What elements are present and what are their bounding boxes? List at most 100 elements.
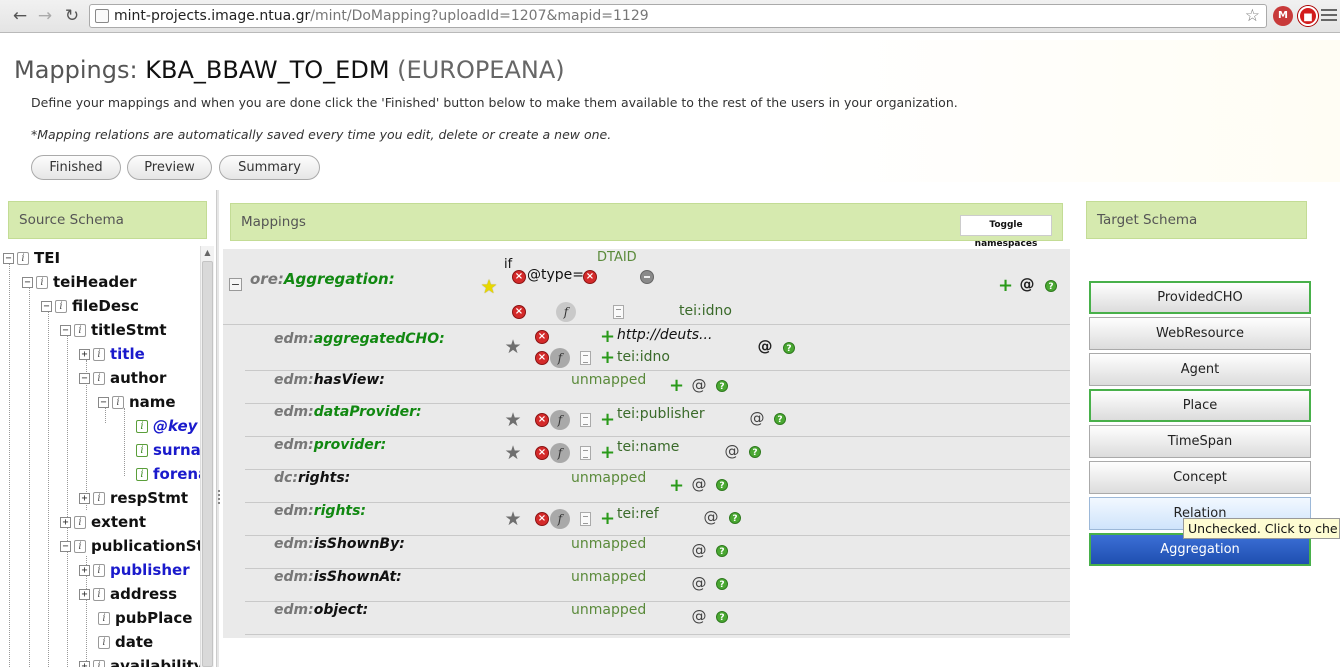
finished-button[interactable]: Finished — [31, 155, 121, 180]
splitter-grip-icon[interactable] — [218, 490, 220, 504]
add-icon[interactable]: + — [600, 510, 615, 528]
remove-icon[interactable]: × — [583, 270, 597, 284]
attribute-icon[interactable]: @ — [757, 338, 773, 354]
help-icon[interactable]: ? — [783, 342, 795, 354]
xpath-doc-icon[interactable] — [580, 512, 591, 526]
extension-m-icon[interactable]: M — [1273, 6, 1293, 26]
tree-node[interactable]: + i publisher — [79, 560, 190, 580]
help-icon[interactable]: ? — [1045, 280, 1057, 292]
add-icon[interactable]: + — [600, 328, 615, 346]
star-icon[interactable]: ★ — [504, 411, 522, 430]
star-icon[interactable]: ★ — [504, 444, 522, 463]
bookmark-star-icon[interactable]: ☆ — [1245, 5, 1260, 27]
collapse-icon[interactable]: − — [41, 301, 52, 312]
browser-menu-icon[interactable] — [1321, 9, 1337, 24]
attribute-icon[interactable]: @ — [691, 575, 707, 591]
remove-icon[interactable]: × — [535, 351, 549, 365]
scroll-thumb[interactable] — [202, 261, 213, 667]
tree-node[interactable]: − i fileDesc — [41, 296, 139, 316]
add-icon[interactable]: + — [600, 349, 615, 367]
remove-icon[interactable]: × — [512, 270, 526, 284]
collapse-icon[interactable]: − — [98, 397, 109, 408]
remove-icon[interactable]: × — [535, 446, 549, 460]
scroll-up-icon[interactable]: ▲ — [202, 247, 213, 259]
help-icon[interactable]: ? — [716, 479, 728, 491]
collapse-icon[interactable]: − — [229, 278, 242, 291]
extension-stop-icon[interactable]: ■ — [1298, 6, 1318, 26]
preview-button[interactable]: Preview — [127, 155, 212, 180]
collapse-icon[interactable]: − — [79, 373, 90, 384]
add-icon[interactable]: + — [998, 277, 1013, 295]
add-icon[interactable]: + — [600, 411, 615, 429]
help-icon[interactable]: ? — [716, 380, 728, 392]
source-tree-scrollbar[interactable]: ▲ — [200, 246, 214, 667]
remove-icon[interactable]: × — [535, 330, 549, 344]
attribute-icon[interactable]: @ — [1019, 276, 1035, 292]
collapse-icon[interactable]: − — [3, 253, 14, 264]
tree-node[interactable]: i pubPlace — [98, 608, 192, 628]
condition-toggle-icon[interactable] — [640, 270, 654, 284]
add-icon[interactable]: + — [669, 477, 684, 495]
function-icon[interactable]: f — [550, 410, 570, 430]
forward-icon[interactable]: → — [35, 6, 55, 26]
tree-node[interactable]: + i address — [79, 584, 177, 604]
remove-icon[interactable]: × — [512, 305, 526, 319]
help-icon[interactable]: ? — [716, 611, 728, 623]
function-icon[interactable]: f — [556, 302, 576, 322]
attribute-icon[interactable]: @ — [691, 377, 707, 393]
tree-node[interactable]: i forena — [136, 464, 208, 484]
tree-node[interactable]: − i teiHeader — [22, 272, 137, 292]
attribute-icon[interactable]: @ — [749, 410, 765, 426]
add-icon[interactable]: + — [669, 377, 684, 395]
attribute-icon[interactable]: @ — [724, 443, 740, 459]
tree-node[interactable]: i date — [98, 632, 153, 652]
panel-splitter[interactable] — [216, 190, 219, 667]
expand-icon[interactable]: + — [79, 565, 90, 576]
xpath-doc-icon[interactable] — [580, 446, 591, 460]
back-icon[interactable]: ← — [10, 6, 30, 26]
tree-node[interactable]: + i respStmt — [79, 488, 188, 508]
function-icon[interactable]: f — [550, 509, 570, 529]
xpath-doc-icon[interactable] — [613, 305, 624, 319]
collapse-icon[interactable]: − — [60, 541, 71, 552]
toggle-namespaces-button[interactable]: Toggle namespaces — [960, 215, 1052, 249]
xpath-doc-icon[interactable] — [580, 413, 591, 427]
function-icon[interactable]: f — [550, 443, 570, 463]
tree-node[interactable]: + i availability — [79, 656, 204, 667]
tree-node[interactable]: i @key — [136, 416, 197, 436]
tree-node[interactable]: − i TEI — [3, 248, 60, 268]
attribute-icon[interactable]: @ — [691, 476, 707, 492]
star-icon[interactable]: ★ — [504, 338, 522, 357]
expand-icon[interactable]: + — [79, 349, 90, 360]
target-class-concept[interactable]: Concept — [1089, 461, 1311, 494]
collapse-icon[interactable]: − — [60, 325, 71, 336]
target-class-timespan[interactable]: TimeSpan — [1089, 425, 1311, 458]
expand-icon[interactable]: + — [79, 661, 90, 667]
help-icon[interactable]: ? — [716, 578, 728, 590]
reload-icon[interactable]: ↻ — [62, 6, 82, 26]
attribute-icon[interactable]: @ — [691, 542, 707, 558]
help-icon[interactable]: ? — [774, 413, 786, 425]
function-icon[interactable]: f — [550, 348, 570, 368]
attribute-icon[interactable]: @ — [703, 509, 719, 525]
address-bar[interactable]: mint-projects.image.ntua.gr/mint/DoMappi… — [89, 4, 1267, 28]
attribute-icon[interactable]: @ — [691, 608, 707, 624]
tree-node[interactable]: − i titleStmt — [60, 320, 167, 340]
target-class-webresource[interactable]: WebResource — [1089, 317, 1311, 350]
star-icon[interactable]: ★ — [504, 510, 522, 529]
tree-node[interactable]: − i name — [98, 392, 176, 412]
tree-node[interactable]: + i title — [79, 344, 145, 364]
tree-node[interactable]: + i extent — [60, 512, 146, 532]
add-icon[interactable]: + — [600, 444, 615, 462]
expand-icon[interactable]: + — [60, 517, 71, 528]
star-icon[interactable]: ★ — [480, 278, 498, 297]
expand-icon[interactable]: + — [79, 493, 90, 504]
remove-icon[interactable]: × — [535, 413, 549, 427]
help-icon[interactable]: ? — [749, 446, 761, 458]
tree-node[interactable]: i surna — [136, 440, 201, 460]
target-class-place[interactable]: Place — [1089, 389, 1311, 422]
collapse-icon[interactable]: − — [22, 277, 33, 288]
tree-node[interactable]: − i author — [79, 368, 166, 388]
xpath-doc-icon[interactable] — [580, 351, 591, 365]
help-icon[interactable]: ? — [716, 545, 728, 557]
